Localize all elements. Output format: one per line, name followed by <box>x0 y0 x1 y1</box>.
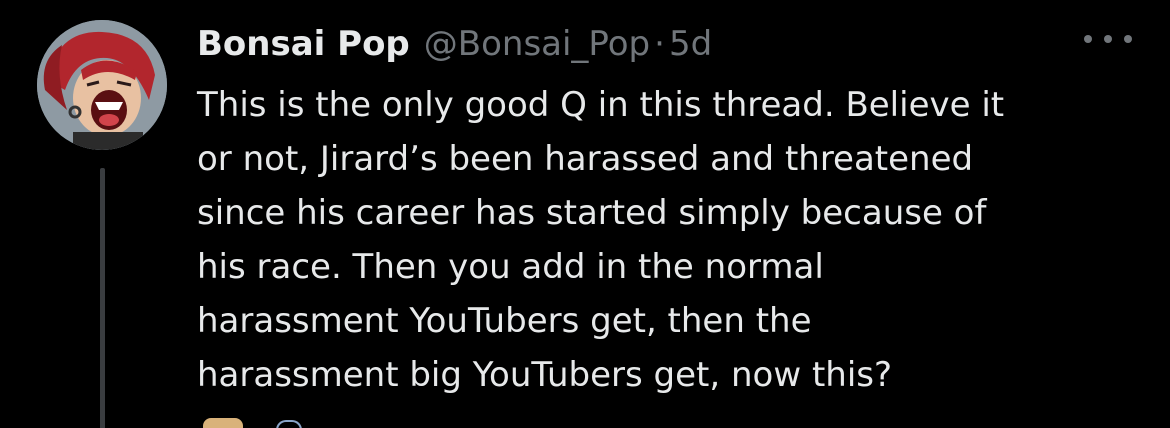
emoji-peek-icon <box>276 420 302 428</box>
avatar-illustration-icon <box>37 20 167 150</box>
thread-connector-line <box>100 168 105 428</box>
more-dot <box>1104 35 1112 43</box>
tweet[interactable]: Bonsai Pop @Bonsai_Pop · 5d This is the … <box>0 0 1170 428</box>
tweet-text-line: his race. Then you add in the normal <box>197 247 824 287</box>
avatar[interactable] <box>37 20 167 150</box>
more-dot <box>1124 35 1132 43</box>
display-name[interactable]: Bonsai Pop <box>197 24 410 64</box>
tweet-text-line: This is the only good Q in this thread. … <box>197 85 1005 125</box>
user-handle[interactable]: @Bonsai_Pop <box>424 24 650 64</box>
tweet-header: Bonsai Pop @Bonsai_Pop · 5d <box>197 16 712 72</box>
tweet-text-line: since his career has started simply beca… <box>197 193 987 233</box>
timestamp[interactable]: 5d <box>669 24 712 64</box>
emoji-peek-icon <box>203 418 243 428</box>
tweet-text-line: harassment YouTubers get, then the <box>197 301 812 341</box>
tweet-text-line: or not, Jirard’s been harassed and threa… <box>197 139 974 179</box>
more-dot <box>1084 35 1092 43</box>
more-options-icon[interactable] <box>1084 24 1132 54</box>
tweet-text: This is the only good Q in this thread. … <box>197 78 1147 402</box>
tweet-text-line: harassment big YouTubers get, now this? <box>197 355 893 395</box>
separator-dot: · <box>654 24 665 64</box>
